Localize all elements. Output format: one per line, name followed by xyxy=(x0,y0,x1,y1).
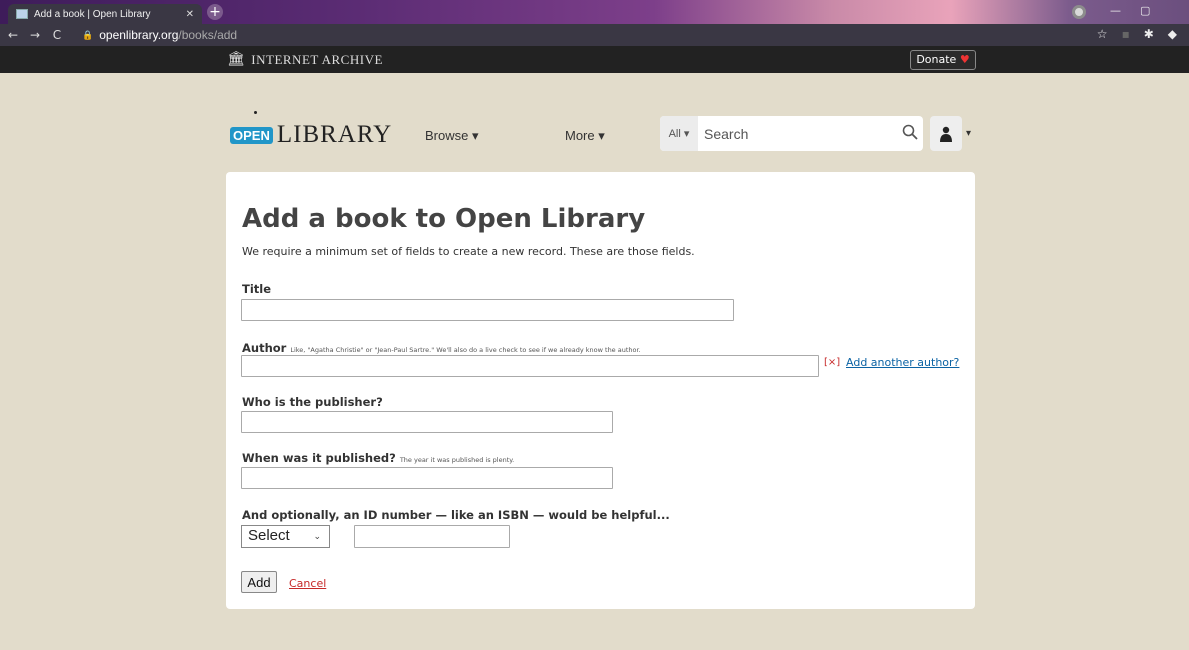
bookmark-star-icon[interactable]: ☆ xyxy=(1097,27,1108,41)
url-host: openlibrary.org xyxy=(99,28,179,42)
author-label: Author Like, "Agatha Christie" or "Jean-P… xyxy=(242,341,641,355)
lock-icon: 🔒 xyxy=(82,29,94,40)
author-hint: Like, "Agatha Christie" or "Jean-Paul Sa… xyxy=(290,346,641,354)
back-icon[interactable]: ← xyxy=(4,28,22,42)
publisher-label: Who is the publisher? xyxy=(242,395,383,409)
reload-icon[interactable]: C xyxy=(48,28,66,42)
archive-building-icon: 🏛 xyxy=(227,52,246,67)
minimize-icon[interactable]: — xyxy=(1110,4,1121,17)
chevron-down-icon[interactable]: ▾ xyxy=(966,128,971,139)
logo-dot xyxy=(254,111,257,114)
remove-author-button[interactable]: [×] xyxy=(824,357,840,368)
account-button[interactable] xyxy=(930,116,962,151)
published-hint: The year it was published is plenty. xyxy=(399,456,515,464)
search-icon[interactable] xyxy=(897,124,923,144)
new-tab-icon[interactable]: + xyxy=(207,4,223,20)
logo-open: OPEN xyxy=(230,126,273,144)
heart-icon: ♥ xyxy=(959,53,970,66)
open-library-logo[interactable]: OPEN LIBRARY xyxy=(230,121,392,149)
browse-menu[interactable]: Browse ▾ xyxy=(425,128,479,144)
cancel-link[interactable]: Cancel xyxy=(289,577,326,590)
id-type-select[interactable]: Select ⌄ xyxy=(241,525,330,548)
address-bar: ← → C 🔒 openlibrary.org/books/add ☆ ▪ ✱ … xyxy=(0,24,1189,46)
add-another-author-link[interactable]: Add another author? xyxy=(846,356,959,369)
author-input[interactable] xyxy=(241,355,819,377)
published-input[interactable] xyxy=(241,467,613,489)
browser-tab[interactable]: Add a book | Open Library ✕ xyxy=(8,4,202,24)
published-label: When was it published? The year it was pu… xyxy=(242,451,515,465)
maximize-icon[interactable]: ▢ xyxy=(1140,4,1150,17)
add-button[interactable]: Add xyxy=(241,571,277,593)
id-number-input[interactable] xyxy=(354,525,510,548)
internet-archive-logo[interactable]: 🏛 INTERNET ARCHIVE xyxy=(227,51,383,68)
tab-title: Add a book | Open Library xyxy=(34,8,151,20)
more-menu[interactable]: More ▾ xyxy=(565,128,605,144)
logo-library: LIBRARY xyxy=(276,121,393,148)
id-label: And optionally, an ID number — like an I… xyxy=(242,508,670,522)
site-header: OPEN LIBRARY Browse ▾ More ▾ All ▾ ▾ xyxy=(0,73,1189,173)
search-scope-select[interactable]: All ▾ xyxy=(660,116,698,151)
page-title: Add a book to Open Library xyxy=(242,204,646,234)
puzzle-icon[interactable]: ✱ xyxy=(1144,27,1154,41)
url-path: /books/add xyxy=(178,28,238,42)
title-label: Title xyxy=(242,282,272,296)
forward-icon[interactable]: → xyxy=(26,28,44,42)
search-box: All ▾ xyxy=(660,116,923,151)
close-tab-icon[interactable]: ✕ xyxy=(186,9,194,20)
avatar-icon[interactable]: ◆ xyxy=(1168,27,1177,41)
add-book-form: Add a book to Open Library We require a … xyxy=(226,172,975,609)
donate-button[interactable]: Donate ♥ xyxy=(910,50,976,70)
chevron-down-icon: ⌄ xyxy=(313,531,321,541)
user-icon xyxy=(940,126,952,142)
search-input[interactable] xyxy=(698,116,897,151)
favicon-icon xyxy=(16,9,28,19)
extension-icon[interactable]: ▪ xyxy=(1122,27,1130,41)
internet-archive-bar: 🏛 INTERNET ARCHIVE Donate ♥ xyxy=(0,46,1189,73)
ia-logo-text: INTERNET ARCHIVE xyxy=(251,51,383,67)
profile-icon[interactable] xyxy=(1072,5,1086,19)
title-input[interactable] xyxy=(241,299,734,321)
intro-text: We require a minimum set of fields to cr… xyxy=(242,245,695,258)
browser-tab-bar: Add a book | Open Library ✕ + — ▢ xyxy=(0,0,1189,24)
url-field[interactable]: 🔒 openlibrary.org/books/add xyxy=(82,28,237,42)
publisher-input[interactable] xyxy=(241,411,613,433)
donate-label: Donate xyxy=(916,53,957,66)
